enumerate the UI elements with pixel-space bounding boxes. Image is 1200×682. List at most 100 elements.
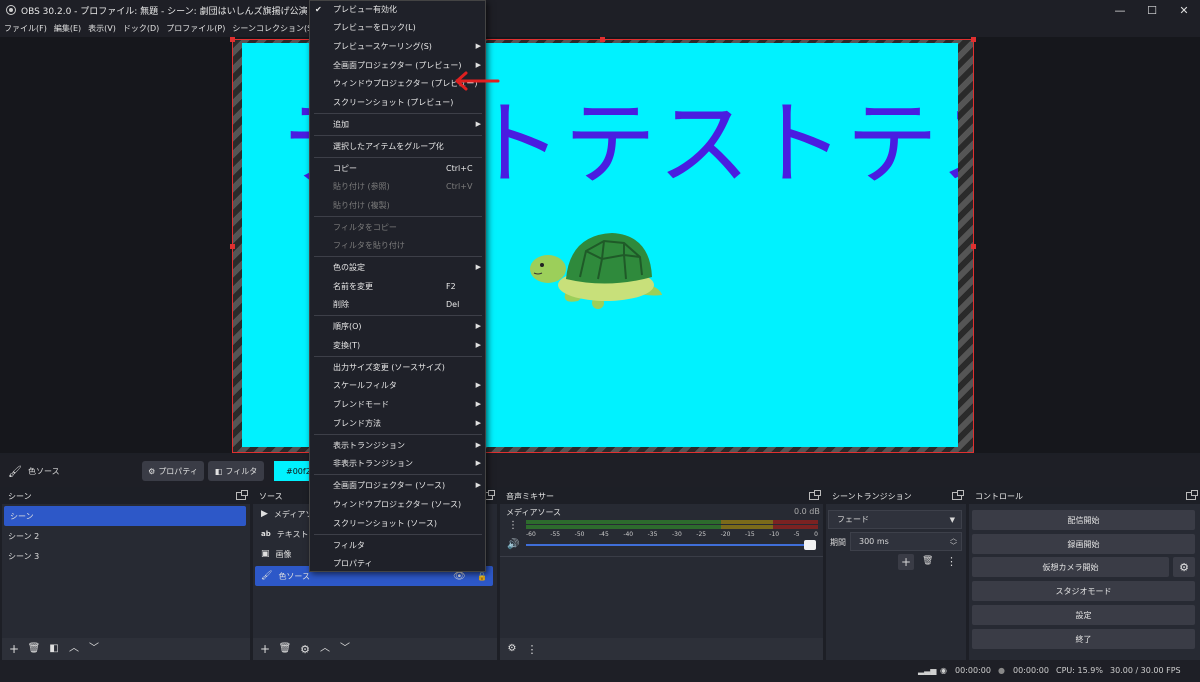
chevron-right-icon: ▶ [475,322,481,330]
menu-scene-collection[interactable]: シーンコレクション(S) [232,23,315,34]
kebab-menu-icon[interactable]: ⋮ [524,641,540,657]
brush-icon: 🖌 [261,571,273,581]
chevron-down-icon[interactable]: ﹀ [86,641,102,657]
menu-file[interactable]: ファイル(F) [4,23,47,34]
minimize-button[interactable]: — [1104,0,1136,20]
chevron-down-icon[interactable]: ﹀ [950,541,957,551]
chevron-right-icon: ▶ [475,441,481,449]
menu-item-preview-scaling[interactable]: プレビュースケーリング(S) ▶ [310,37,485,55]
chevron-right-icon: ▶ [475,61,481,69]
brush-icon: 🖌 [8,464,22,478]
menu-dock[interactable]: ドック(D) [123,23,159,34]
close-button[interactable]: ✕ [1168,0,1200,20]
menu-item-color-settings[interactable]: 色の設定 ▶ [310,258,485,276]
meter-ticks: -60 -55 -50 -45 -40 -35 -30 -25 -20 -15 -10 -5 0 [526,531,818,538]
settings-button[interactable]: 設定 [972,605,1195,625]
menu-item-group-selected[interactable]: 選択したアイテムをグループ化 [310,137,485,155]
undock-icon[interactable] [1186,490,1198,500]
record-time: 00:00:00 [1013,666,1049,675]
start-streaming-button[interactable]: 配信開始 [972,510,1195,530]
menu-item-blend-method[interactable]: ブレンド方法 ▶ [310,414,485,432]
add-transition-icon[interactable]: + [898,554,914,570]
kebab-menu-icon[interactable]: ⋮ [946,555,957,568]
resize-handle[interactable] [230,244,235,249]
gears-icon[interactable]: ⚙ [504,641,520,657]
menu-item-blend-mode[interactable]: ブレンドモード ▶ [310,395,485,413]
chevron-down-icon[interactable]: ﹀ [337,641,353,657]
menu-item-scale-filter[interactable]: スケールフィルタ ▶ [310,376,485,394]
transition-select[interactable]: フェード ▼ [828,510,962,529]
menu-item-transform[interactable]: 変換(T) ▶ [310,336,485,354]
menu-edit[interactable]: 編集(E) [54,23,81,34]
menu-item-paste-duplicate[interactable]: 貼り付け (複製) [310,196,485,214]
speaker-icon[interactable]: 🔊 [507,539,519,550]
resize-handle[interactable] [600,37,605,42]
transitions-dock-header: シーントランジション [826,488,966,504]
filters-button[interactable]: ◧ フィルタ [208,461,264,481]
chevron-up-icon[interactable]: ︿ [66,641,82,657]
selected-source-name: 色ソース [27,466,60,476]
window-title: OBS 30.2.0 - プロファイル: 無題 - シーン: 劇団はいしんズ旗揚… [21,6,308,17]
exit-button[interactable]: 終了 [972,629,1195,649]
menu-item-filters[interactable]: フィルタ [310,536,485,554]
undock-icon[interactable] [236,490,248,500]
record-icon: ● [998,666,1005,675]
menu-item-hide-transition[interactable]: 非表示トランジション ▶ [310,454,485,472]
add-source-icon[interactable]: + [257,641,273,657]
virtual-camera-settings-icon[interactable]: ⚙ [1173,557,1195,577]
preview-area[interactable]: テストテストテスト [0,37,1200,453]
properties-button[interactable]: ⚙ プロパティ [142,461,204,481]
resize-handle[interactable] [971,37,976,42]
undock-icon[interactable] [952,490,964,500]
chevron-right-icon: ▶ [475,263,481,271]
trash-icon[interactable]: 🗑 [922,556,933,566]
resize-handle[interactable] [971,244,976,249]
scene-item[interactable]: シーン 3 [2,546,250,566]
filter-icon[interactable]: ◧ [46,641,62,657]
studio-mode-button[interactable]: スタジオモード [972,581,1195,601]
menu-item-order[interactable]: 順序(O) ▶ [310,317,485,335]
maximize-button[interactable]: ☐ [1136,0,1168,20]
menu-item-add[interactable]: 追加 ▶ [310,115,485,133]
resize-handle[interactable] [230,37,235,42]
menu-item-rename[interactable]: 名前を変更 F2 [310,277,485,295]
menu-item-copy[interactable]: コピー Ctrl+C [310,159,485,177]
menu-item-resize-output[interactable]: 出力サイズ変更 (ソースサイズ) [310,358,485,376]
menu-item-show-transition[interactable]: 表示トランジション ▶ [310,436,485,454]
chevron-right-icon: ▶ [475,381,481,389]
add-scene-icon[interactable]: + [6,641,22,657]
status-bar: ▂▃▅ ◉ 00:00:00 ● 00:00:00 CPU: 15.9% 30.… [0,660,1200,682]
menu-item-properties[interactable]: プロパティ [310,554,485,572]
start-recording-button[interactable]: 録画開始 [972,534,1195,554]
undock-icon[interactable] [809,490,821,500]
menu-item-copy-filters[interactable]: フィルタをコピー [310,218,485,236]
menu-item-fullscreen-projector-source[interactable]: 全画面プロジェクター (ソース) ▶ [310,476,485,494]
gear-icon[interactable]: ⚙ [297,641,313,657]
menu-item-lock-preview[interactable]: プレビューをロック(L) [310,18,485,36]
menu-item-enable-preview[interactable]: ✔ プレビュー有効化 [310,0,485,18]
trash-icon[interactable]: 🗑 [26,641,42,657]
menu-item-delete[interactable]: 削除 Del [310,295,485,313]
play-icon: ▶ [261,509,268,519]
scene-item[interactable]: シーン [4,506,246,526]
volume-slider-track[interactable] [526,544,816,546]
menu-item-paste-filters[interactable]: フィルタを貼り付け [310,236,485,254]
menu-profile[interactable]: プロファイル(P) [166,23,225,34]
menu-item-paste-reference[interactable]: 貼り付け (参照) Ctrl+V [310,177,485,195]
chevron-up-icon[interactable]: ︿ [317,641,333,657]
color-value-chip[interactable]: #00f2 [274,461,314,481]
trash-icon[interactable]: 🗑 [277,641,293,657]
menu-view[interactable]: 表示(V) [88,23,116,34]
lock-icon[interactable]: 🔓 [477,572,487,581]
kebab-menu-icon[interactable]: ⋮ [508,520,518,531]
menu-item-screenshot-preview[interactable]: スクリーンショット (プレビュー) [310,93,485,111]
duration-spinbox[interactable]: 300 ms ︿ ﹀ [850,532,962,551]
menu-item-window-projector-source[interactable]: ウィンドウプロジェクター (ソース) [310,495,485,513]
scene-item[interactable]: シーン 2 [2,526,250,546]
duration-label: 期間 [830,538,846,547]
eye-icon[interactable]: 👁 [453,571,466,582]
volume-slider-knob[interactable] [804,540,816,550]
menu-item-screenshot-source[interactable]: スクリーンショット (ソース) [310,514,485,532]
start-virtual-camera-button[interactable]: 仮想カメラ開始 [972,557,1169,577]
check-icon: ✔ [315,4,322,14]
